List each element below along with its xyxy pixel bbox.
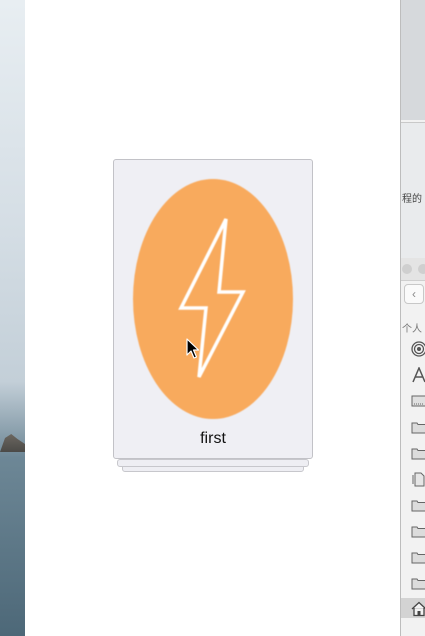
window-minimize-button[interactable]: [418, 264, 425, 274]
sidebar-item-desktop[interactable]: [409, 390, 425, 410]
mouse-cursor-icon: [186, 338, 200, 359]
stacked-card-middle: [117, 459, 309, 467]
lightning-bolt-icon: [178, 218, 246, 378]
folder-icon: [411, 422, 425, 434]
back-button[interactable]: ‹: [404, 284, 424, 304]
desktop-wallpaper: [0, 0, 25, 636]
desktop-icon: [411, 395, 425, 407]
folder-icon: [411, 500, 425, 512]
card-title: first: [200, 430, 226, 447]
folder-icon: [411, 526, 425, 538]
finder-window: 程的 ‹ 个人: [400, 0, 425, 636]
sidebar-item-folder[interactable]: [409, 416, 425, 436]
wallpaper-rock: [0, 434, 25, 452]
documents-icon: [412, 472, 425, 487]
sidebar-item-folder[interactable]: [409, 520, 425, 540]
finder-background-window: [401, 0, 425, 120]
airdrop-icon: [411, 341, 425, 357]
sidebar-item-home[interactable]: [401, 598, 425, 618]
card[interactable]: first: [113, 159, 313, 459]
card-stack: first: [113, 159, 313, 472]
sidebar-item-folder[interactable]: [409, 546, 425, 566]
sidebar-item-folder[interactable]: [409, 442, 425, 462]
card-image: [133, 179, 293, 419]
home-icon: [411, 601, 425, 617]
sidebar-item-folder[interactable]: [409, 494, 425, 514]
folder-icon: [411, 448, 425, 460]
sidebar-item-applications[interactable]: [409, 364, 425, 384]
document-preview-text: 程的: [402, 194, 422, 205]
folder-icon: [411, 552, 425, 564]
app-window: first: [25, 0, 400, 636]
sidebar-item-airdrop[interactable]: [409, 338, 425, 358]
window-close-button[interactable]: [402, 264, 412, 274]
folder-icon: [411, 578, 425, 590]
applications-icon: [412, 367, 425, 383]
sidebar-section-header: 个人: [402, 324, 422, 335]
sidebar-item-folder[interactable]: [409, 572, 425, 592]
sidebar-item-documents[interactable]: [409, 468, 425, 488]
